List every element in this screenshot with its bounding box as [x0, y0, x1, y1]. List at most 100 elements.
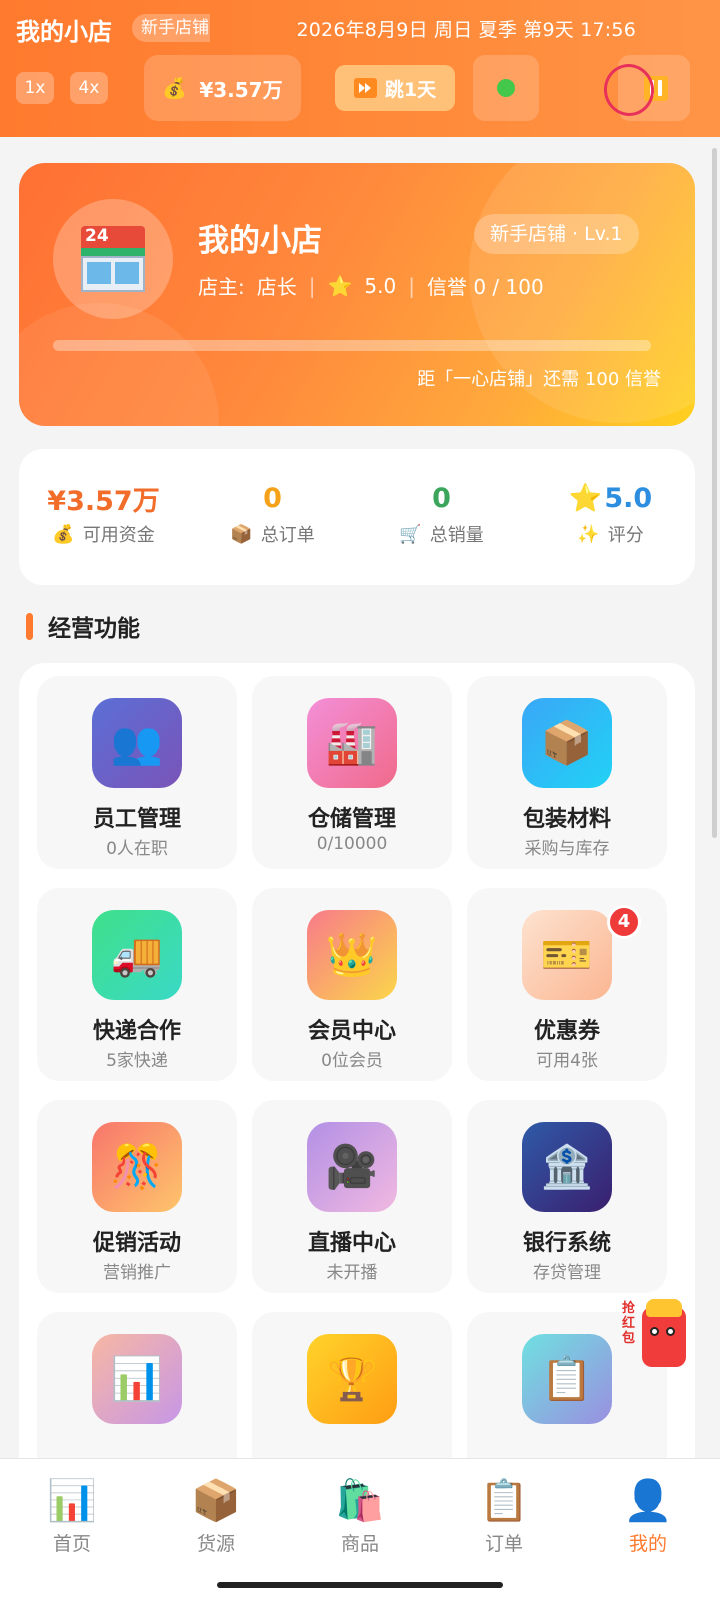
- credit-progress-text: 距「一心店铺」还需 100 信誉: [417, 369, 661, 390]
- feature-sub: 未开播: [326, 1263, 378, 1283]
- feature-name: 直播中心: [307, 1231, 396, 1256]
- skip-day-label: 跳1天: [384, 78, 437, 101]
- game-datetime: 2026年8月9日 周日 夏季 第9天 17:56: [296, 19, 636, 41]
- feature-sub: 5家快递: [106, 1051, 168, 1071]
- feature-warehouse[interactable]: 🏭 仓储管理 0/10000: [252, 676, 452, 869]
- feature-packaging[interactable]: 📦 包装材料 采购与库存: [467, 676, 667, 869]
- feature-livestream[interactable]: 🎥 直播中心 未开播: [252, 1100, 452, 1293]
- feature-sub: 0位会员: [321, 1051, 383, 1071]
- feature-name: 优惠券: [533, 1019, 600, 1044]
- feature-bank[interactable]: 🏦 银行系统 存贷管理: [467, 1100, 667, 1293]
- stat-label: 可用资金: [82, 525, 155, 546]
- feature-name: 快递合作: [92, 1019, 181, 1044]
- home-indicator[interactable]: [217, 1582, 503, 1588]
- package-icon: 📦: [191, 1478, 241, 1524]
- nav-products[interactable]: 🛍️ 商品: [288, 1459, 432, 1600]
- nav-orders[interactable]: 📋 订单: [432, 1459, 576, 1600]
- shop-credit: 信誉 0 / 100: [426, 275, 544, 299]
- money-display-button[interactable]: 💰 ¥3.57万: [144, 55, 301, 121]
- confetti-icon: 🎊: [92, 1122, 182, 1212]
- coupon-count-badge: 4: [607, 905, 641, 939]
- trophy-icon: 🏆: [307, 1334, 397, 1424]
- bank-icon: 🏦: [522, 1122, 612, 1212]
- feature-name: 包装材料: [522, 807, 611, 832]
- stat-label: 评分: [607, 525, 644, 546]
- money-bag-icon: 💰: [162, 76, 188, 100]
- owner-label: 店主:: [198, 275, 245, 299]
- feature-staff[interactable]: 👥 员工管理 0人在职: [37, 676, 237, 869]
- feature-name: 仓储管理: [307, 807, 396, 832]
- feature-express[interactable]: 🚚 快递合作 5家快递: [37, 888, 237, 1081]
- skip-day-button[interactable]: 跳1天: [335, 65, 455, 111]
- shop-rating: 5.0: [364, 273, 397, 298]
- star-icon: ⭐: [327, 273, 353, 298]
- feature-members[interactable]: 👑 会员中心 0位会员: [252, 888, 452, 1081]
- bottom-nav: 📊 首页 📦 货源 🛍️ 商品 📋 订单 👤 我的: [0, 1458, 720, 1600]
- money-value: ¥3.57万: [199, 77, 283, 102]
- stat-funds[interactable]: ¥3.57万 💰 可用资金: [19, 449, 188, 585]
- bar-chart-icon: 📊: [47, 1478, 97, 1524]
- owner-name: 店长: [256, 275, 297, 299]
- nav-me[interactable]: 👤 我的: [576, 1459, 720, 1600]
- feature-coupons[interactable]: 🎫 4 优惠券 可用4张: [467, 888, 667, 1081]
- status-dot-icon: [497, 79, 515, 97]
- status-button[interactable]: [473, 55, 539, 121]
- shop-card[interactable]: 24 我的小店 新手店铺 · Lv.1 店主: 店长 | ⭐ 5.0 | 信誉 …: [19, 163, 695, 426]
- money-bag-icon: 💰: [52, 523, 75, 545]
- truck-icon: 🚚: [92, 910, 182, 1000]
- stat-value: 5.0: [604, 482, 653, 514]
- scrollbar[interactable]: [712, 148, 717, 838]
- stat-rating[interactable]: ⭐ 5.0 ✨ 评分: [526, 449, 695, 585]
- video-camera-icon: 🎥: [307, 1122, 397, 1212]
- feature-sub: 0人在职: [106, 839, 168, 859]
- red-packet-label: 抢红包: [622, 1301, 636, 1346]
- stat-value: ¥3.57万: [47, 485, 160, 517]
- package-icon: 📦: [230, 523, 253, 545]
- decor-circle: [19, 303, 219, 426]
- cart-icon: 🛒: [399, 523, 422, 545]
- nav-label: 首页: [52, 1533, 91, 1555]
- shop-meta: 店主: 店长 | ⭐ 5.0 | 信誉 0 / 100: [198, 271, 544, 300]
- feature-sub: 可用4张: [536, 1051, 598, 1071]
- people-icon: 👥: [92, 698, 182, 788]
- clipboard-icon: 📋: [522, 1334, 612, 1424]
- convenience-store-icon: 24: [81, 226, 145, 292]
- stat-value: 0: [263, 482, 282, 514]
- factory-icon: 🏭: [307, 698, 397, 788]
- stat-orders[interactable]: 0 📦 总订单: [188, 449, 357, 585]
- nav-label: 我的: [628, 1533, 667, 1555]
- star-icon: ⭐: [568, 483, 603, 514]
- nav-label: 货源: [196, 1533, 235, 1555]
- nav-supply[interactable]: 📦 货源: [144, 1459, 288, 1600]
- feature-sub: 采购与库存: [524, 839, 610, 859]
- app-title: 我的小店: [16, 18, 112, 46]
- feature-sub: 营销推广: [103, 1263, 171, 1283]
- shop-tier-badge: 新手店铺: [132, 14, 210, 42]
- stats-panel: ¥3.57万 💰 可用资金 0 📦 总订单 0 🛒 总销量 ⭐ 5.0 ✨ 评分: [19, 449, 695, 585]
- nav-home[interactable]: 📊 首页: [0, 1459, 144, 1600]
- stat-sales[interactable]: 0 🛒 总销量: [357, 449, 526, 585]
- crown-icon: 👑: [307, 910, 397, 1000]
- ticket-icon: 🎫: [522, 910, 612, 1000]
- nav-label: 商品: [340, 1533, 379, 1555]
- speed-1x-button[interactable]: 1x: [16, 72, 54, 104]
- feature-name: 会员中心: [307, 1019, 396, 1044]
- feature-sub: 0/10000: [316, 834, 388, 854]
- clipboard-icon: 📋: [479, 1478, 529, 1524]
- package-icon: 📦: [522, 698, 612, 788]
- credit-progress-bar: [53, 340, 651, 351]
- shop-name: 我的小店: [198, 223, 322, 259]
- section-title: 经营功能: [48, 616, 140, 642]
- stat-value: 0: [432, 482, 451, 514]
- feature-promotions[interactable]: 🎊 促销活动 营销推广: [37, 1100, 237, 1293]
- feature-grid: 👥 员工管理 0人在职 🏭 仓储管理 0/10000 📦 包装材料 采购与库存 …: [19, 663, 695, 1505]
- stat-label: 总销量: [429, 525, 484, 546]
- nav-label: 订单: [484, 1533, 523, 1555]
- red-packet-mascot-button[interactable]: 抢红包: [622, 1295, 692, 1379]
- sparkle-icon: ✨: [577, 523, 600, 545]
- speed-4x-button[interactable]: 4x: [70, 72, 108, 104]
- fast-forward-icon: [353, 78, 377, 98]
- feature-name: 促销活动: [92, 1231, 181, 1256]
- shop-avatar: 24: [53, 199, 173, 319]
- top-header: 我的小店 新手店铺 2026年8月9日 周日 夏季 第9天 17:56 1x 4…: [0, 0, 720, 137]
